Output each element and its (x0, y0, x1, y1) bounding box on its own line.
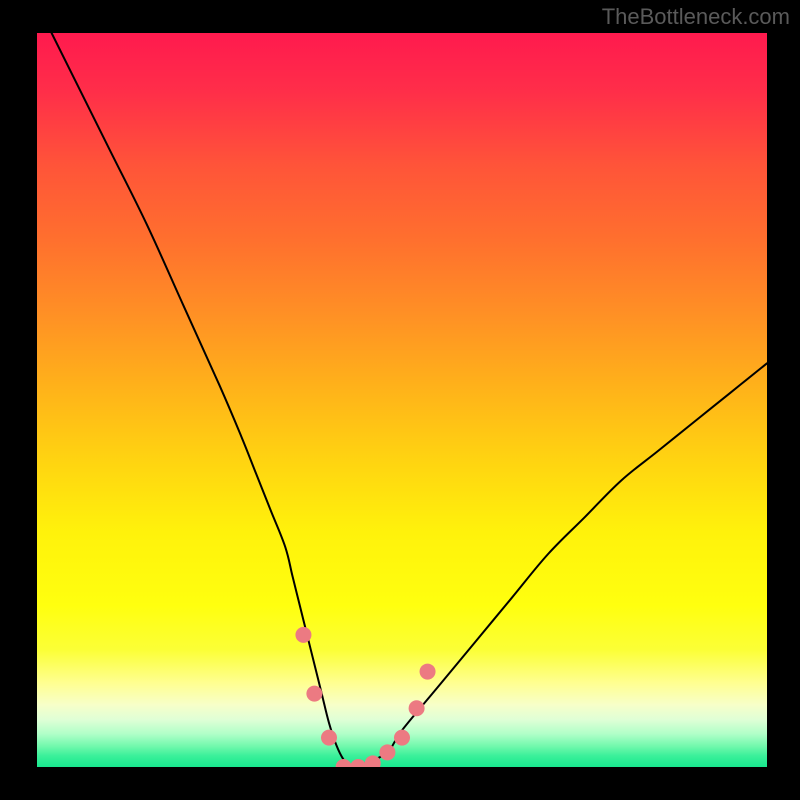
marker-dot (394, 730, 410, 746)
marker-dot (409, 700, 425, 716)
watermark-text: TheBottleneck.com (602, 4, 790, 30)
marker-dot (295, 627, 311, 643)
marker-dot (420, 664, 436, 680)
chart-background (37, 33, 767, 767)
marker-dot (321, 730, 337, 746)
chart-container (37, 33, 767, 767)
marker-dot (306, 686, 322, 702)
chart-svg (37, 33, 767, 767)
marker-dot (379, 744, 395, 760)
